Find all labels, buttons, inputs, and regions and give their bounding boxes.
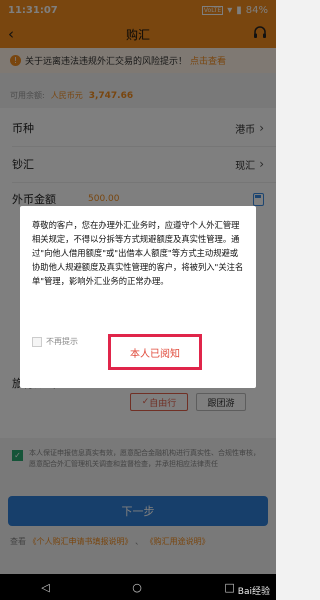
nav-recent-icon[interactable]: □ — [224, 581, 234, 594]
checkbox-icon[interactable] — [32, 336, 42, 347]
nav-home-icon[interactable]: ○ — [132, 581, 142, 594]
nav-back-icon[interactable]: ◁ — [41, 581, 49, 594]
system-nav-bar: ◁ ○ □ — [0, 574, 276, 600]
no-remind-label: 不再提示 — [46, 337, 78, 346]
no-remind-option[interactable]: 不再提示 — [32, 336, 78, 347]
dialog-message: 尊敬的客户，您在办理外汇业务时，应遵守个人外汇管理相关规定，不得以分拆等方式规避… — [32, 220, 244, 286]
watermark: Bai经验 — [237, 587, 270, 597]
compliance-dialog: 尊敬的客户，您在办理外汇业务时，应遵守个人外汇管理相关规定，不得以分拆等方式规避… — [20, 206, 256, 388]
acknowledge-button[interactable]: 本人已阅知 — [108, 334, 202, 370]
